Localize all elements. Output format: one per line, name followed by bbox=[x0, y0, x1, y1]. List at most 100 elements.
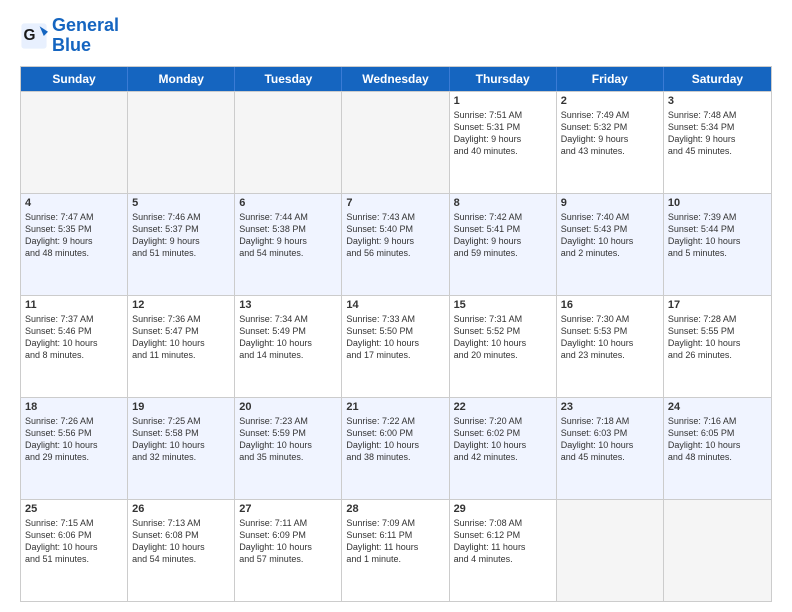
day-info: Sunrise: 7:43 AM Sunset: 5:40 PM Dayligh… bbox=[346, 211, 444, 260]
day-info: Sunrise: 7:51 AM Sunset: 5:31 PM Dayligh… bbox=[454, 109, 552, 158]
day-info: Sunrise: 7:28 AM Sunset: 5:55 PM Dayligh… bbox=[668, 313, 767, 362]
day-number: 11 bbox=[25, 299, 123, 311]
calendar-cell bbox=[342, 92, 449, 193]
day-number: 10 bbox=[668, 197, 767, 209]
day-info: Sunrise: 7:39 AM Sunset: 5:44 PM Dayligh… bbox=[668, 211, 767, 260]
calendar-row: 11 Sunrise: 7:37 AM Sunset: 5:46 PM Dayli… bbox=[21, 295, 771, 397]
day-number: 19 bbox=[132, 401, 230, 413]
day-number: 15 bbox=[454, 299, 552, 311]
calendar-row: 25 Sunrise: 7:15 AM Sunset: 6:06 PM Dayli… bbox=[21, 499, 771, 601]
day-info: Sunrise: 7:08 AM Sunset: 6:12 PM Dayligh… bbox=[454, 517, 552, 566]
day-info: Sunrise: 7:26 AM Sunset: 5:56 PM Dayligh… bbox=[25, 415, 123, 464]
day-info: Sunrise: 7:13 AM Sunset: 6:08 PM Dayligh… bbox=[132, 517, 230, 566]
day-number: 14 bbox=[346, 299, 444, 311]
calendar-header: SundayMondayTuesdayWednesdayThursdayFrid… bbox=[21, 67, 771, 91]
calendar-cell: 28 Sunrise: 7:09 AM Sunset: 6:11 PM Dayli… bbox=[342, 500, 449, 601]
day-number: 25 bbox=[25, 503, 123, 515]
calendar-cell: 22 Sunrise: 7:20 AM Sunset: 6:02 PM Dayli… bbox=[450, 398, 557, 499]
weekday-header: Wednesday bbox=[342, 67, 449, 91]
calendar-cell: 13 Sunrise: 7:34 AM Sunset: 5:49 PM Dayli… bbox=[235, 296, 342, 397]
calendar-cell: 5 Sunrise: 7:46 AM Sunset: 5:37 PM Daylig… bbox=[128, 194, 235, 295]
calendar-cell: 24Sunrise: 7:16 AM Sunset: 6:05 PM Dayli… bbox=[664, 398, 771, 499]
calendar-cell: 21Sunrise: 7:22 AM Sunset: 6:00 PM Dayli… bbox=[342, 398, 449, 499]
day-info: Sunrise: 7:42 AM Sunset: 5:41 PM Dayligh… bbox=[454, 211, 552, 260]
calendar-cell: 27 Sunrise: 7:11 AM Sunset: 6:09 PM Dayli… bbox=[235, 500, 342, 601]
day-number: 24 bbox=[668, 401, 767, 413]
weekday-header: Saturday bbox=[664, 67, 771, 91]
calendar-cell: 10 Sunrise: 7:39 AM Sunset: 5:44 PM Dayli… bbox=[664, 194, 771, 295]
day-info: Sunrise: 7:25 AM Sunset: 5:58 PM Dayligh… bbox=[132, 415, 230, 464]
day-number: 3 bbox=[668, 95, 767, 107]
day-info: Sunrise: 7:30 AM Sunset: 5:53 PM Dayligh… bbox=[561, 313, 659, 362]
calendar-cell: 3Sunrise: 7:48 AM Sunset: 5:34 PM Daylig… bbox=[664, 92, 771, 193]
calendar-cell bbox=[235, 92, 342, 193]
day-number: 20 bbox=[239, 401, 337, 413]
day-info: Sunrise: 7:40 AM Sunset: 5:43 PM Dayligh… bbox=[561, 211, 659, 260]
day-info: Sunrise: 7:47 AM Sunset: 5:35 PM Dayligh… bbox=[25, 211, 123, 260]
day-number: 21 bbox=[346, 401, 444, 413]
calendar-cell: 16 Sunrise: 7:30 AM Sunset: 5:53 PM Dayli… bbox=[557, 296, 664, 397]
calendar-row: 18 Sunrise: 7:26 AM Sunset: 5:56 PM Dayli… bbox=[21, 397, 771, 499]
day-number: 1 bbox=[454, 95, 552, 107]
calendar-row: 1 Sunrise: 7:51 AM Sunset: 5:31 PM Daylig… bbox=[21, 91, 771, 193]
calendar-cell: 25 Sunrise: 7:15 AM Sunset: 6:06 PM Dayli… bbox=[21, 500, 128, 601]
calendar-cell: 20 Sunrise: 7:23 AM Sunset: 5:59 PM Dayli… bbox=[235, 398, 342, 499]
day-number: 28 bbox=[346, 503, 444, 515]
calendar-cell: 18 Sunrise: 7:26 AM Sunset: 5:56 PM Dayli… bbox=[21, 398, 128, 499]
calendar-body: 1 Sunrise: 7:51 AM Sunset: 5:31 PM Daylig… bbox=[21, 91, 771, 601]
calendar-cell: 12 Sunrise: 7:36 AM Sunset: 5:47 PM Dayli… bbox=[128, 296, 235, 397]
day-number: 18 bbox=[25, 401, 123, 413]
day-info: Sunrise: 7:44 AM Sunset: 5:38 PM Dayligh… bbox=[239, 211, 337, 260]
day-info: Sunrise: 7:36 AM Sunset: 5:47 PM Dayligh… bbox=[132, 313, 230, 362]
day-number: 16 bbox=[561, 299, 659, 311]
calendar-cell: 7 Sunrise: 7:43 AM Sunset: 5:40 PM Daylig… bbox=[342, 194, 449, 295]
day-info: Sunrise: 7:34 AM Sunset: 5:49 PM Dayligh… bbox=[239, 313, 337, 362]
day-number: 26 bbox=[132, 503, 230, 515]
logo-text: GeneralBlue bbox=[52, 16, 119, 56]
day-info: Sunrise: 7:37 AM Sunset: 5:46 PM Dayligh… bbox=[25, 313, 123, 362]
day-number: 12 bbox=[132, 299, 230, 311]
day-info: Sunrise: 7:15 AM Sunset: 6:06 PM Dayligh… bbox=[25, 517, 123, 566]
day-info: Sunrise: 7:23 AM Sunset: 5:59 PM Dayligh… bbox=[239, 415, 337, 464]
calendar-cell: 2 Sunrise: 7:49 AM Sunset: 5:32 PM Daylig… bbox=[557, 92, 664, 193]
weekday-header: Friday bbox=[557, 67, 664, 91]
day-info: Sunrise: 7:09 AM Sunset: 6:11 PM Dayligh… bbox=[346, 517, 444, 566]
calendar-cell: 15 Sunrise: 7:31 AM Sunset: 5:52 PM Dayli… bbox=[450, 296, 557, 397]
day-info: Sunrise: 7:49 AM Sunset: 5:32 PM Dayligh… bbox=[561, 109, 659, 158]
calendar-cell: 29 Sunrise: 7:08 AM Sunset: 6:12 PM Dayli… bbox=[450, 500, 557, 601]
calendar-cell: 14 Sunrise: 7:33 AM Sunset: 5:50 PM Dayli… bbox=[342, 296, 449, 397]
day-info: Sunrise: 7:46 AM Sunset: 5:37 PM Dayligh… bbox=[132, 211, 230, 260]
day-info: Sunrise: 7:33 AM Sunset: 5:50 PM Dayligh… bbox=[346, 313, 444, 362]
day-number: 5 bbox=[132, 197, 230, 209]
calendar-cell bbox=[557, 500, 664, 601]
calendar-row: 4Sunrise: 7:47 AM Sunset: 5:35 PM Daylig… bbox=[21, 193, 771, 295]
day-number: 29 bbox=[454, 503, 552, 515]
calendar-cell bbox=[664, 500, 771, 601]
day-number: 7 bbox=[346, 197, 444, 209]
svg-text:G: G bbox=[24, 27, 36, 44]
calendar: SundayMondayTuesdayWednesdayThursdayFrid… bbox=[20, 66, 772, 602]
calendar-cell: 23Sunrise: 7:18 AM Sunset: 6:03 PM Dayli… bbox=[557, 398, 664, 499]
day-number: 13 bbox=[239, 299, 337, 311]
day-number: 23 bbox=[561, 401, 659, 413]
day-number: 27 bbox=[239, 503, 337, 515]
weekday-header: Sunday bbox=[21, 67, 128, 91]
weekday-header: Monday bbox=[128, 67, 235, 91]
calendar-cell: 9 Sunrise: 7:40 AM Sunset: 5:43 PM Daylig… bbox=[557, 194, 664, 295]
day-number: 2 bbox=[561, 95, 659, 107]
calendar-cell: 26 Sunrise: 7:13 AM Sunset: 6:08 PM Dayli… bbox=[128, 500, 235, 601]
weekday-header: Thursday bbox=[450, 67, 557, 91]
calendar-cell: 1 Sunrise: 7:51 AM Sunset: 5:31 PM Daylig… bbox=[450, 92, 557, 193]
day-number: 9 bbox=[561, 197, 659, 209]
weekday-header: Tuesday bbox=[235, 67, 342, 91]
day-number: 8 bbox=[454, 197, 552, 209]
day-number: 17 bbox=[668, 299, 767, 311]
day-number: 22 bbox=[454, 401, 552, 413]
calendar-cell: 11 Sunrise: 7:37 AM Sunset: 5:46 PM Dayli… bbox=[21, 296, 128, 397]
day-info: Sunrise: 7:11 AM Sunset: 6:09 PM Dayligh… bbox=[239, 517, 337, 566]
day-info: Sunrise: 7:31 AM Sunset: 5:52 PM Dayligh… bbox=[454, 313, 552, 362]
logo: G GeneralBlue bbox=[20, 16, 119, 56]
day-info: Sunrise: 7:20 AM Sunset: 6:02 PM Dayligh… bbox=[454, 415, 552, 464]
calendar-cell: 19 Sunrise: 7:25 AM Sunset: 5:58 PM Dayli… bbox=[128, 398, 235, 499]
day-number: 6 bbox=[239, 197, 337, 209]
